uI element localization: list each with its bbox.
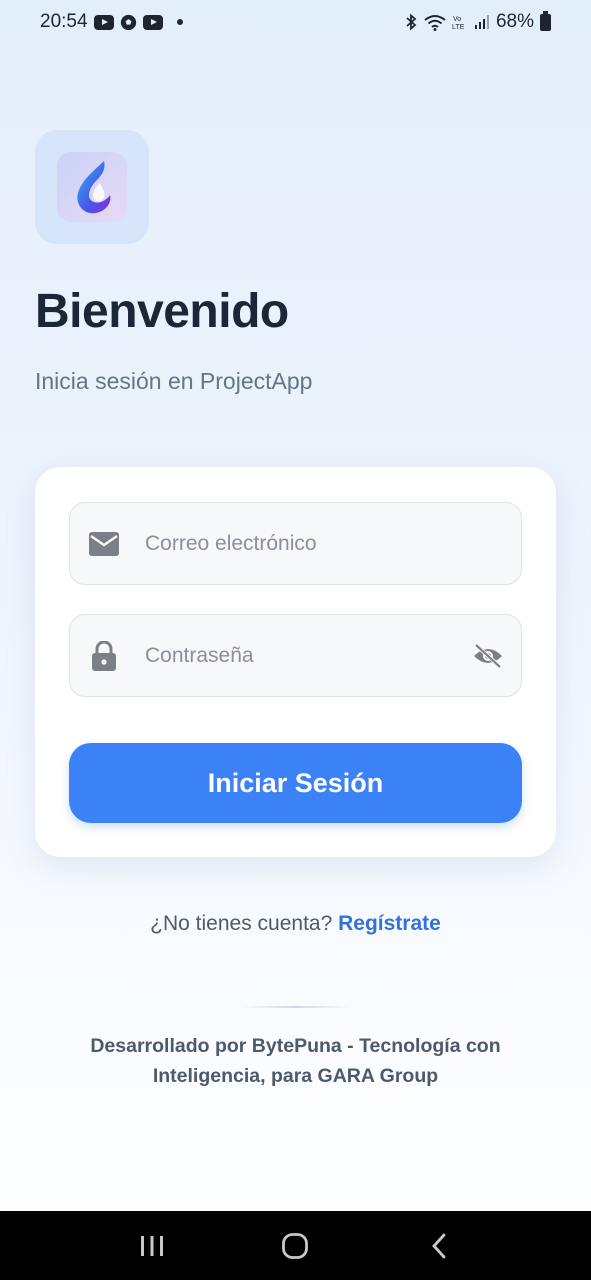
battery-icon (540, 10, 551, 31)
soccer-ball-icon (120, 14, 137, 31)
system-nav-bar (0, 1211, 591, 1280)
svg-text:Vo: Vo (453, 16, 461, 23)
status-time: 20:54 (40, 11, 88, 32)
svg-text:LTE: LTE (452, 24, 465, 31)
password-placeholder: Contraseña (145, 644, 254, 667)
signal-icon (474, 14, 490, 30)
battery-percent: 68% (495, 11, 534, 32)
login-card: Correo electrónico Contraseña Iniciar Se… (35, 467, 556, 857)
footer-credits: Desarrollado por BytePuna - Tecnología c… (50, 1031, 541, 1091)
volte-icon: Vo LTE (452, 13, 468, 31)
page-subtitle: Inicia sesión en ProjectApp (35, 368, 313, 394)
email-field[interactable]: Correo electrónico (69, 502, 522, 585)
home-icon[interactable] (275, 1226, 315, 1266)
bluetooth-icon (404, 13, 418, 31)
password-field[interactable]: Contraseña (69, 614, 522, 697)
lock-icon (88, 641, 120, 671)
signup-prompt: ¿No tienes cuenta? Regístrate (0, 912, 591, 936)
youtube-icon (142, 14, 163, 30)
status-bar: 20:54 Vo LTE 68% (0, 0, 591, 44)
back-icon[interactable] (419, 1226, 459, 1266)
flame-logo-icon (57, 152, 127, 222)
page-title: Bienvenido (35, 285, 289, 338)
email-placeholder: Correo electrónico (145, 532, 317, 555)
register-link[interactable]: Regístrate (338, 912, 441, 935)
notification-dot (176, 19, 183, 25)
signup-text: ¿No tienes cuenta? (150, 912, 333, 935)
login-button[interactable]: Iniciar Sesión (69, 743, 522, 823)
divider (241, 1006, 351, 1008)
youtube-icon (93, 14, 114, 30)
mail-icon (88, 529, 120, 559)
status-right: Vo LTE 68% (404, 10, 551, 33)
status-left: 20:54 (40, 11, 183, 33)
eye-off-icon[interactable] (471, 641, 505, 671)
recent-apps-icon[interactable] (132, 1226, 172, 1266)
footer-line-1: Desarrollado por BytePuna - Tecnología c… (90, 1035, 501, 1057)
wifi-icon (424, 14, 446, 31)
app-logo (35, 130, 149, 244)
footer-line-2: Inteligencia, para GARA Group (152, 1065, 439, 1087)
